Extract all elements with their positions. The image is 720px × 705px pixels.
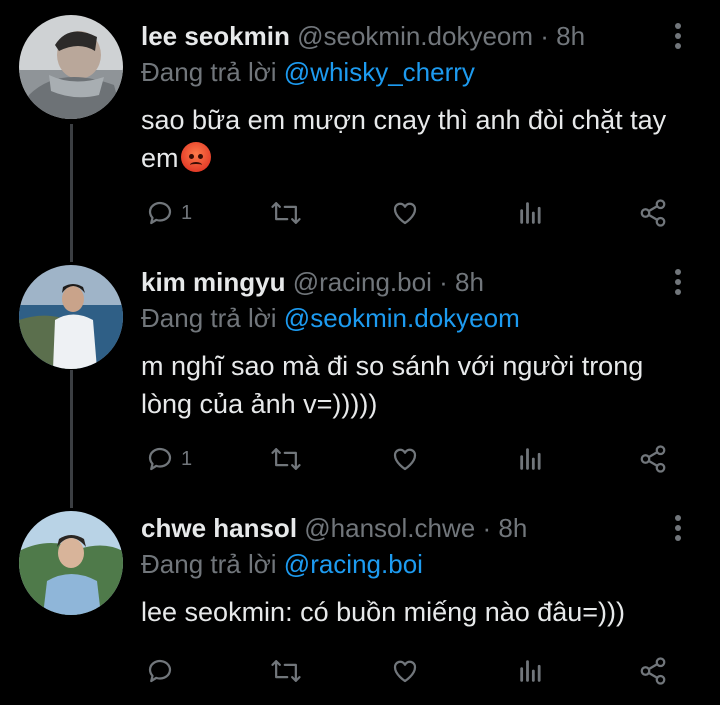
share-button[interactable] xyxy=(638,197,668,229)
retweet-icon xyxy=(271,448,301,470)
tweet[interactable]: kim mingyu @racing.boi · 8h Đang trả lời… xyxy=(0,259,720,499)
retweet-button[interactable] xyxy=(270,443,302,475)
separator: · xyxy=(540,21,549,51)
tweet-text-content: sao bữa em mượn cnay thì anh đòi chặt ta… xyxy=(141,105,667,173)
like-icon xyxy=(393,448,417,471)
reply-button[interactable]: 1 xyxy=(145,443,192,475)
username[interactable]: @seokmin.dokyeom xyxy=(297,21,533,51)
replying-to: Đang trả lời @whisky_cherry xyxy=(141,57,475,87)
replying-to-label: Đang trả lời xyxy=(141,57,277,87)
display-name[interactable]: chwe hansol xyxy=(141,513,297,543)
mention-link[interactable]: @racing.boi xyxy=(284,549,423,579)
share-button[interactable] xyxy=(638,655,668,687)
share-icon xyxy=(640,657,666,685)
replying-to-label: Đang trả lời xyxy=(141,549,277,579)
username[interactable]: @hansol.chwe xyxy=(304,513,475,543)
tweet-text-content: m nghĩ sao mà đi so sánh với người trong… xyxy=(141,351,644,419)
tweet-text: lee seokmin: có buồn miếng nào đâu=))) xyxy=(141,593,701,631)
tweet-text-content: lee seokmin: có buồn miếng nào đâu=))) xyxy=(141,597,626,627)
like-button[interactable] xyxy=(389,197,421,229)
display-name[interactable]: kim mingyu xyxy=(141,267,285,297)
share-icon xyxy=(640,445,666,473)
mention-link[interactable]: @whisky_cherry xyxy=(284,57,475,87)
like-icon xyxy=(393,202,417,225)
username[interactable]: @racing.boi xyxy=(293,267,432,297)
timestamp[interactable]: 8h xyxy=(498,513,527,543)
retweet-button[interactable] xyxy=(270,655,302,687)
display-name[interactable]: lee seokmin xyxy=(141,21,290,51)
tweet[interactable]: lee seokmin @seokmin.dokyeom · 8h Đang t… xyxy=(0,13,720,253)
timestamp[interactable]: 8h xyxy=(455,267,484,297)
reply-icon xyxy=(148,659,172,683)
analytics-icon xyxy=(520,660,541,682)
reply-count: 1 xyxy=(181,201,193,224)
more-icon[interactable] xyxy=(668,513,688,543)
tweet-text: m nghĩ sao mà đi so sánh với người trong… xyxy=(141,347,701,423)
analytics-button[interactable] xyxy=(517,443,545,475)
tweet-header: chwe hansol @hansol.chwe · 8h xyxy=(141,513,527,543)
analytics-icon xyxy=(520,448,541,470)
like-button[interactable] xyxy=(389,443,421,475)
share-button[interactable] xyxy=(638,443,668,475)
retweet-icon xyxy=(271,202,301,224)
reply-button[interactable] xyxy=(145,655,181,687)
like-icon xyxy=(393,660,417,683)
share-icon xyxy=(640,199,666,227)
analytics-icon xyxy=(520,202,541,224)
tweet[interactable]: chwe hansol @hansol.chwe · 8h Đang trả l… xyxy=(0,505,720,705)
replying-to: Đang trả lời @racing.boi xyxy=(141,549,423,579)
action-bar xyxy=(141,655,701,687)
replying-to: Đang trả lời @seokmin.dokyeom xyxy=(141,303,520,333)
timestamp[interactable]: 8h xyxy=(556,21,585,51)
retweet-button[interactable] xyxy=(270,197,302,229)
replying-to-label: Đang trả lời xyxy=(141,303,277,333)
separator: · xyxy=(439,267,448,297)
avatar[interactable] xyxy=(19,15,123,119)
reply-button[interactable]: 1 xyxy=(145,197,192,229)
reply-count: 1 xyxy=(181,447,193,470)
reply-icon xyxy=(148,447,172,471)
angry-face-emoji xyxy=(180,142,211,172)
like-button[interactable] xyxy=(389,655,421,687)
action-bar: 1 xyxy=(141,197,701,229)
separator: · xyxy=(482,513,492,543)
reply-icon xyxy=(148,201,172,225)
tweet-header: kim mingyu @racing.boi · 8h xyxy=(141,267,484,297)
tweet-text: sao bữa em mượn cnay thì anh đòi chặt ta… xyxy=(141,101,701,177)
more-icon[interactable] xyxy=(668,21,688,51)
avatar[interactable] xyxy=(19,265,123,369)
mention-link[interactable]: @seokmin.dokyeom xyxy=(284,303,520,333)
avatar[interactable] xyxy=(19,511,123,615)
analytics-button[interactable] xyxy=(517,655,545,687)
more-icon[interactable] xyxy=(668,267,688,297)
action-bar: 1 xyxy=(141,443,701,475)
tweet-header: lee seokmin @seokmin.dokyeom · 8h xyxy=(141,21,585,51)
analytics-button[interactable] xyxy=(517,197,545,229)
retweet-icon xyxy=(271,660,301,682)
